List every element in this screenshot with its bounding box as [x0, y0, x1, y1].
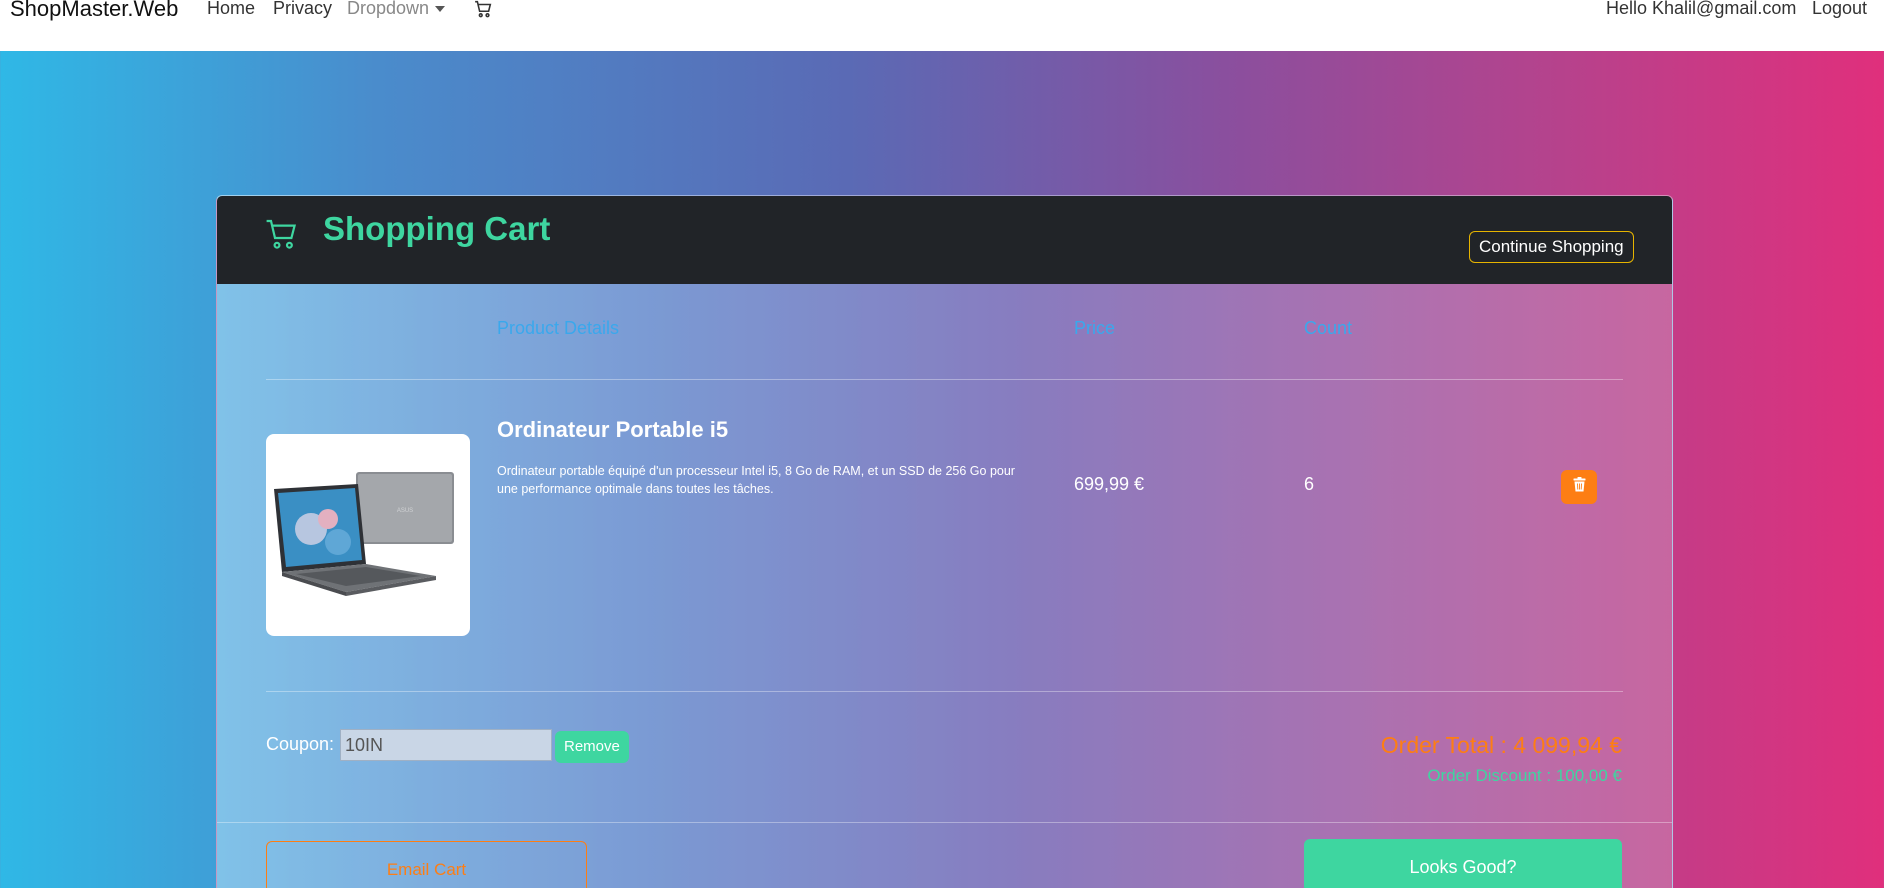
cart-title: Shopping Cart — [323, 210, 551, 247]
coupon-label: Coupon: — [266, 734, 335, 754]
divider — [217, 822, 1672, 823]
continue-shopping-button[interactable]: Continue Shopping — [1469, 231, 1634, 263]
coupon-input[interactable] — [340, 729, 552, 761]
top-navbar: ShopMaster.Web Home Privacy Dropdown Hel… — [0, 0, 1884, 51]
nav-privacy[interactable]: Privacy — [273, 0, 332, 19]
product-name: Ordinateur Portable i5 — [497, 417, 729, 442]
cart-header: Shopping Cart Continue Shopping — [217, 196, 1672, 284]
product-price: 699,99 € — [1074, 474, 1145, 494]
product-count: 6 — [1304, 474, 1315, 494]
logout-link[interactable]: Logout — [1812, 0, 1867, 19]
svg-text:ASUS: ASUS — [397, 508, 413, 514]
nav-dropdown[interactable]: Dropdown — [347, 0, 446, 19]
trash-icon — [1573, 477, 1586, 497]
looks-good-button[interactable]: Looks Good? — [1304, 839, 1622, 888]
nav-dropdown-label: Dropdown — [347, 0, 430, 18]
brand-logo[interactable]: ShopMaster.Web — [10, 0, 178, 22]
nav-home[interactable]: Home — [207, 0, 255, 19]
cart-icon — [265, 218, 297, 255]
column-header-details: Product Details — [497, 318, 620, 338]
cart-icon[interactable] — [474, 0, 492, 23]
product-description: Ordinateur portable équipé d'un processe… — [497, 464, 1015, 496]
divider — [266, 379, 1623, 380]
laptop-image: ASUS — [266, 434, 470, 636]
shopping-cart-card: Shopping Cart Continue Shopping Product … — [216, 195, 1673, 888]
user-greeting[interactable]: Hello Khalil@gmail.com — [1606, 0, 1796, 19]
email-cart-button[interactable]: Email Cart — [266, 841, 587, 888]
column-header-price: Price — [1074, 318, 1116, 338]
order-total: Order Total : 4 099,94 € — [1380, 732, 1622, 758]
chevron-down-icon — [435, 6, 446, 13]
divider — [266, 691, 1623, 692]
remove-coupon-button[interactable]: Remove — [555, 731, 629, 763]
order-discount: Order Discount : 100,00 € — [1427, 766, 1622, 785]
delete-item-button[interactable] — [1561, 470, 1597, 504]
column-header-count: Count — [1304, 318, 1353, 338]
